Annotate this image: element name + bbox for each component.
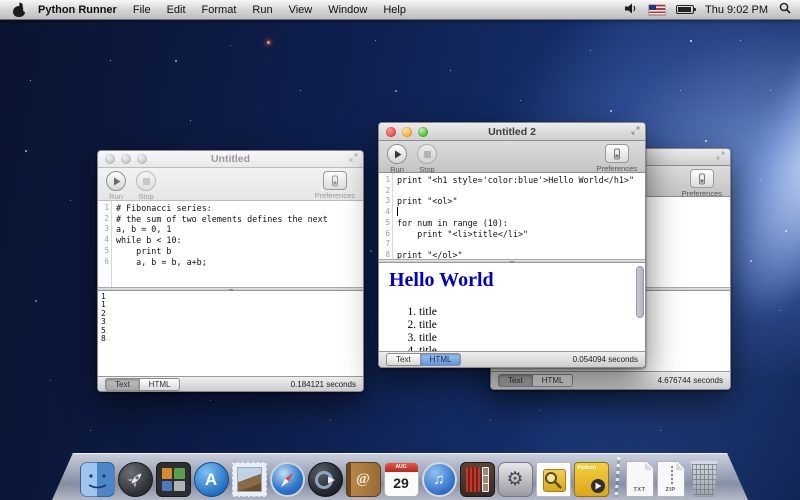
html-output: Hello World titletitletitletitletitletit… (379, 263, 645, 351)
segment-html[interactable]: HTML (420, 353, 462, 366)
output-pane[interactable]: Hello World titletitletitletitletitletit… (379, 263, 645, 351)
preferences-button[interactable] (323, 171, 347, 190)
run-button[interactable] (106, 171, 126, 191)
status-bar: Text HTML 0.184121 seconds (98, 376, 363, 391)
code-text[interactable]: # Fibonacci series: # the sum of two ele… (116, 203, 363, 267)
dock-item-itunes-icon[interactable]: ♫ (422, 462, 457, 497)
segment-text[interactable]: Text (386, 353, 420, 366)
dock-item-app-store-icon[interactable]: A (194, 462, 229, 497)
dock: A @ AUG29 ♫ ⚙ Python TXT ZIP (60, 451, 740, 497)
output-heading: Hello World (389, 269, 635, 292)
menu-edit[interactable]: Edit (167, 4, 186, 16)
window-untitled-2: Untitled 2 Run Stop Preferences 1 2 3 4 … (378, 122, 646, 368)
menu-bar: Python Runner File Edit Format Run View … (0, 0, 800, 20)
apple-menu-icon[interactable] (13, 3, 26, 17)
dock-item-address-book-icon[interactable]: @ (346, 462, 381, 497)
menu-file[interactable]: File (133, 4, 151, 16)
minimize-button[interactable] (121, 154, 131, 164)
menu-bar-clock[interactable]: Thu 9:02 PM (705, 4, 768, 16)
menu-help[interactable]: Help (383, 4, 406, 16)
dock-item-zip-file-icon[interactable]: ZIP (657, 461, 685, 497)
fullscreen-icon[interactable] (631, 126, 640, 138)
battery-icon[interactable] (676, 5, 694, 14)
status-bar: Text HTML 4.676744 seconds (491, 371, 730, 389)
zoom-button[interactable] (418, 127, 428, 137)
elapsed-time: 0.054094 seconds (573, 355, 638, 364)
segment-html[interactable]: HTML (139, 378, 181, 391)
dock-item-safari-icon[interactable] (270, 462, 305, 497)
preferences-label: Preferences (315, 191, 355, 200)
run-button[interactable] (387, 144, 407, 164)
stop-label: Stop (138, 192, 153, 201)
menu-window[interactable]: Window (328, 4, 367, 16)
dock-item-quicktime-icon[interactable] (308, 462, 343, 497)
output-list-item: title (419, 345, 635, 351)
output-mode-switcher: Text HTML (498, 374, 573, 387)
output-mode-switcher: Text HTML (386, 353, 461, 366)
dock-item-trash-icon[interactable] (688, 461, 721, 497)
code-text[interactable]: print "<h1 style='color:blue'>Hello Worl… (397, 175, 645, 259)
scrollbar-thumb[interactable] (636, 266, 644, 318)
text-output: 1 1 2 3 5 8 (98, 291, 363, 343)
spotlight-icon[interactable] (779, 2, 791, 17)
close-button[interactable] (105, 154, 115, 164)
fullscreen-icon[interactable] (349, 153, 358, 165)
output-list-item: title (419, 306, 635, 319)
dock-item-search-utility-icon[interactable] (536, 462, 571, 497)
stop-button[interactable] (417, 144, 437, 164)
desktop: Python Runner File Edit Format Run View … (0, 0, 800, 500)
segment-html[interactable]: HTML (532, 374, 574, 387)
minimize-button[interactable] (402, 127, 412, 137)
code-editor[interactable]: 1 2 3 4 5 6 # Fibonacci series: # the su… (98, 201, 363, 287)
volume-icon[interactable] (625, 3, 638, 17)
output-list-item: title (419, 332, 635, 345)
dock-separator (614, 457, 620, 497)
title-bar[interactable]: Untitled 2 (379, 123, 645, 141)
run-label: Run (109, 192, 123, 201)
dock-item-python-runner-icon[interactable] (118, 462, 153, 497)
output-mode-switcher: Text HTML (105, 378, 180, 391)
status-bar: Text HTML 0.054094 seconds (379, 351, 645, 367)
text-caret (397, 207, 398, 216)
line-numbers: 1 2 3 4 5 6 (98, 201, 112, 287)
dock-item-python-document-icon[interactable]: Python (574, 462, 609, 497)
segment-text[interactable]: Text (498, 374, 532, 387)
stop-button[interactable] (136, 171, 156, 191)
output-ordered-list: titletitletitletitletitletitle (419, 306, 635, 351)
elapsed-time: 4.676744 seconds (658, 376, 723, 385)
menu-view[interactable]: View (289, 4, 313, 16)
zoom-button[interactable] (137, 154, 147, 164)
window-title: Untitled (211, 153, 250, 165)
window-untitled: Untitled Run Stop Preferences 1 2 3 4 5 … (97, 150, 364, 392)
title-bar[interactable]: Untitled (98, 151, 363, 168)
dock-item-mail-icon[interactable] (232, 462, 267, 497)
dock-item-photo-booth-icon[interactable] (460, 462, 495, 497)
preferences-button[interactable] (605, 144, 629, 163)
menu-format[interactable]: Format (202, 4, 237, 16)
window-title: Untitled 2 (488, 126, 536, 138)
input-source-flag-icon[interactable] (649, 5, 665, 15)
fullscreen-icon[interactable] (716, 151, 725, 163)
menu-run[interactable]: Run (252, 4, 272, 16)
line-numbers: 1 2 3 4 5 6 7 8 (379, 173, 393, 259)
close-button[interactable] (386, 127, 396, 137)
dock-item-txt-file-icon[interactable]: TXT (626, 461, 654, 497)
toolbar: Run Stop Preferences (379, 141, 645, 173)
app-menu-title[interactable]: Python Runner (38, 4, 117, 16)
elapsed-time: 0.184121 seconds (291, 380, 356, 389)
dock-item-finder-icon[interactable] (80, 462, 115, 497)
preferences-label: Preferences (597, 164, 637, 173)
dock-item-system-preferences-icon[interactable]: ⚙ (498, 462, 533, 497)
dock-item-ical-icon[interactable]: AUG29 (384, 462, 419, 497)
segment-text[interactable]: Text (105, 378, 139, 391)
dock-item-photos-app-icon[interactable] (156, 462, 191, 497)
code-editor[interactable]: 1 2 3 4 5 6 7 8 print "<h1 style='color:… (379, 173, 645, 259)
preferences-button[interactable] (690, 169, 714, 188)
toolbar: Run Stop Preferences (98, 168, 363, 201)
output-pane[interactable]: 1 1 2 3 5 8 (98, 291, 363, 376)
output-list-item: title (419, 319, 635, 332)
